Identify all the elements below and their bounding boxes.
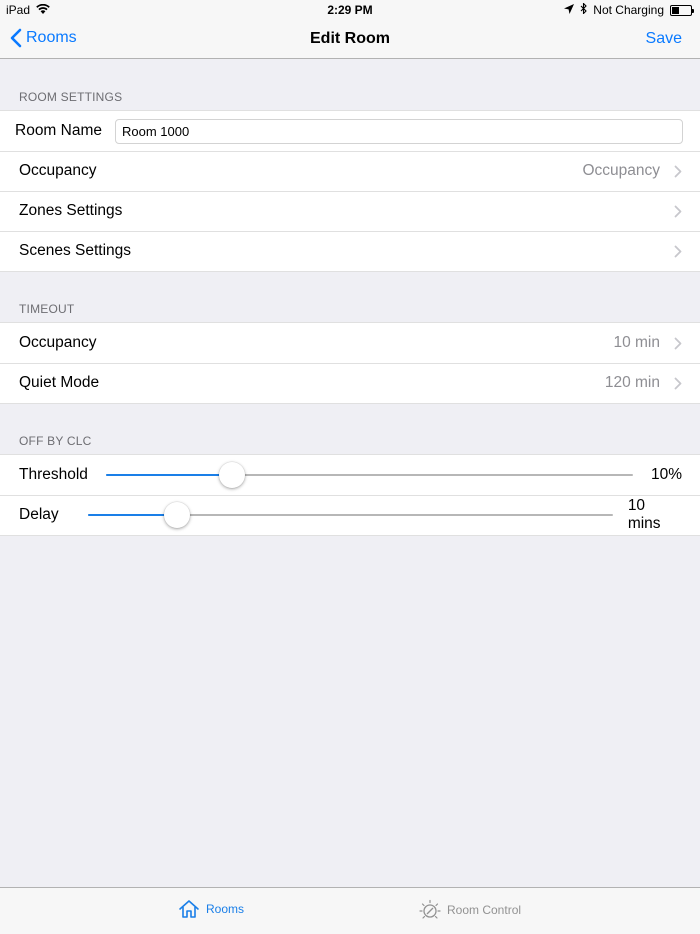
threshold-label: Threshold	[19, 466, 88, 483]
threshold-row: Threshold 10%	[0, 455, 700, 495]
occupancy-settings-row[interactable]: Occupancy Occupancy	[0, 151, 700, 191]
section-header-room-settings: ROOM SETTINGS	[19, 90, 123, 104]
quiet-mode-label: Quiet Mode	[19, 374, 100, 391]
timeout-occupancy-value: 10 min	[613, 334, 660, 351]
charging-status: Not Charging	[593, 3, 664, 17]
slider-thumb[interactable]	[163, 502, 190, 528]
house-icon	[179, 900, 199, 918]
slider-fill	[105, 474, 233, 476]
page-title: Edit Room	[310, 30, 390, 47]
delay-slider[interactable]	[87, 501, 613, 529]
navigation-bar: Rooms Edit Room Save	[0, 20, 700, 59]
timeout-occupancy-label: Occupancy	[19, 334, 97, 351]
section-header-off-by-clc: OFF BY CLC	[19, 434, 92, 448]
battery-level	[672, 6, 680, 14]
section-header-timeout: TIMEOUT	[19, 302, 75, 316]
chevron-right-icon	[674, 165, 682, 177]
tab-rooms-label: Rooms	[206, 902, 245, 916]
slider-thumb[interactable]	[219, 462, 246, 488]
chevron-right-icon	[674, 377, 682, 389]
settings-table: ROOM SETTINGS Room Name Occupancy Occupa…	[0, 60, 700, 536]
battery-icon	[670, 4, 694, 16]
location-icon	[564, 3, 575, 17]
room-name-label: Room Name	[15, 122, 102, 139]
scenes-settings-row[interactable]: Scenes Settings	[0, 231, 700, 271]
timeout-group: Occupancy 10 min Quiet Mode 120 min	[0, 322, 700, 404]
tab-room-control-label: Room Control	[447, 903, 522, 917]
zones-settings-row[interactable]: Zones Settings	[0, 191, 700, 231]
off-by-clc-group: Threshold 10% Delay 10 mins	[0, 454, 700, 536]
save-button[interactable]: Save	[646, 30, 682, 48]
quiet-mode-row[interactable]: Quiet Mode 120 min	[0, 363, 700, 403]
bluetooth-icon	[580, 2, 588, 17]
occupancy-value: Occupancy	[582, 162, 660, 179]
scenes-settings-label: Scenes Settings	[19, 242, 132, 259]
tab-rooms[interactable]: Rooms	[178, 899, 244, 919]
status-bar: iPad 2:29 PM Not Charging	[0, 0, 700, 20]
room-name-row: Room Name	[0, 111, 700, 151]
occupancy-label: Occupancy	[19, 162, 97, 179]
chevron-right-icon	[674, 205, 682, 217]
threshold-slider[interactable]	[105, 461, 633, 489]
room-settings-group: Room Name Occupancy Occupancy Zones Sett…	[0, 110, 700, 272]
tab-room-control[interactable]: Room Control	[419, 899, 521, 921]
chevron-right-icon	[674, 337, 682, 349]
room-name-input[interactable]	[115, 118, 683, 144]
delay-value: 10 mins	[627, 497, 661, 532]
lightbulb-icon	[419, 899, 441, 919]
delay-label: Delay	[19, 506, 59, 523]
threshold-value: 10%	[650, 466, 682, 483]
chevron-right-icon	[674, 245, 682, 257]
timeout-occupancy-row[interactable]: Occupancy 10 min	[0, 323, 700, 363]
zones-settings-label: Zones Settings	[19, 202, 123, 219]
tab-bar: Rooms Room Control	[0, 887, 700, 934]
delay-row: Delay 10 mins	[0, 495, 700, 535]
quiet-mode-value: 120 min	[604, 374, 660, 391]
